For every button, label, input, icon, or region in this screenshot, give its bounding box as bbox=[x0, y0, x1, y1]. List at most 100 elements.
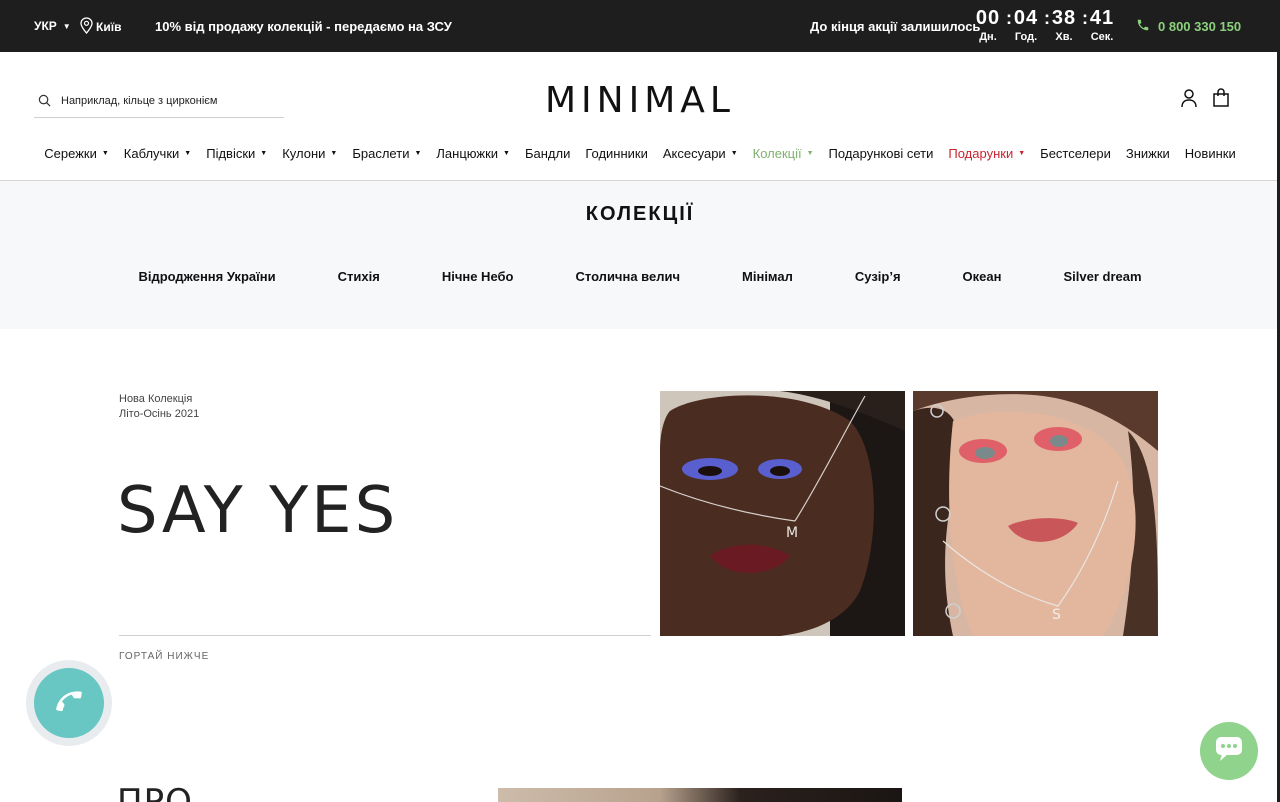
chevron-down-icon: ▼ bbox=[62, 21, 71, 31]
chevron-down-icon: ▼ bbox=[184, 150, 192, 157]
timer-seconds-value: 41 bbox=[1089, 7, 1115, 29]
hero-photo-2: S bbox=[913, 391, 1158, 636]
collection-link[interactable]: Столична велич bbox=[575, 269, 680, 284]
collection-link[interactable]: Відродження України bbox=[138, 269, 275, 284]
nav-item[interactable]: Браслети ▼ bbox=[352, 146, 421, 161]
chat-button[interactable] bbox=[1200, 722, 1258, 780]
phone-number: 0 800 330 150 bbox=[1158, 19, 1242, 34]
phone-icon bbox=[1136, 18, 1150, 35]
collection-link[interactable]: Silver dream bbox=[1063, 269, 1141, 284]
chevron-down-icon: ▼ bbox=[330, 150, 338, 157]
nav-item-label: Ланцюжки bbox=[436, 146, 499, 161]
collection-link[interactable]: Мінімал bbox=[742, 269, 793, 284]
chevron-down-icon: ▼ bbox=[730, 150, 738, 157]
promo-top-bar: УКР ▼ Київ 10% від продажу колекцій - пе… bbox=[0, 0, 1280, 52]
nav-item-label: Сережки bbox=[44, 146, 97, 161]
city-selector[interactable]: Київ bbox=[80, 17, 121, 37]
nav-item[interactable]: Знижки bbox=[1126, 146, 1170, 161]
chevron-down-icon: ▼ bbox=[414, 150, 422, 157]
chevron-down-icon: ▼ bbox=[503, 150, 510, 157]
hero-eyebrow-line2: Літо-Осінь 2021 bbox=[119, 408, 200, 420]
hero-title: SAY YES bbox=[117, 474, 399, 548]
nav-item-label: Бестселери bbox=[1040, 146, 1111, 161]
nav-item[interactable]: Кулони ▼ bbox=[282, 146, 337, 161]
scroll-hint[interactable]: ГОРТАЙ НИЖЧЕ bbox=[119, 651, 209, 662]
callback-button[interactable] bbox=[26, 660, 112, 746]
hero-eyebrow: Нова Колекція Літо-Осінь 2021 bbox=[119, 392, 199, 422]
timer-seconds: 41 Сек. bbox=[1084, 7, 1120, 43]
countdown-timer: 00 Дн. : 04 Год. : 38 Хв. : 41 Сек. bbox=[970, 7, 1120, 43]
nav-item[interactable]: Бестселери bbox=[1040, 146, 1111, 161]
nav-item[interactable]: Колекції ▼ bbox=[753, 146, 814, 161]
nav-item-label: Колекції bbox=[752, 146, 802, 161]
callback-button-inner bbox=[34, 668, 104, 738]
nav-item-label: Аксесуари bbox=[662, 146, 726, 161]
main-navigation: Сережки ▼ Каблучки ▼ Підвіски ▼ Кулони ▼ Браслет… bbox=[0, 146, 1280, 161]
timer-days: 00 Дн. bbox=[970, 7, 1006, 43]
svg-text:M: M bbox=[786, 525, 798, 541]
nav-item-label: Подарункові сети bbox=[828, 146, 934, 161]
collection-link[interactable]: Океан bbox=[963, 269, 1002, 284]
collections-list: Відродження України Стихія Нічне Небо Столи… bbox=[0, 269, 1280, 284]
nav-item-label: Кулони bbox=[282, 146, 326, 161]
language-selector[interactable]: УКР ▼ bbox=[34, 19, 71, 33]
collection-link[interactable]: Стихія bbox=[338, 269, 380, 284]
language-label: УКР bbox=[34, 19, 57, 33]
chevron-down-icon: ▼ bbox=[1018, 150, 1026, 157]
timer-days-label: Дн. bbox=[979, 31, 997, 43]
city-label: Київ bbox=[96, 20, 122, 34]
nav-item[interactable]: Аксесуари ▼ bbox=[663, 146, 738, 161]
timer-hours: 04 Год. bbox=[1008, 7, 1044, 43]
timer-days-value: 00 bbox=[975, 7, 1001, 29]
phone-icon bbox=[54, 686, 84, 721]
site-logo[interactable]: MINIMAL bbox=[545, 80, 735, 121]
nav-item-label: Годинники bbox=[585, 146, 648, 161]
nav-item-label: Бандли bbox=[524, 146, 571, 161]
nav-item[interactable]: Подарунки ▼ bbox=[948, 146, 1025, 161]
nav-item[interactable]: Каблучки ▼ bbox=[124, 146, 191, 161]
hero-photo-1: M bbox=[660, 391, 905, 636]
timer-seconds-label: Сек. bbox=[1090, 31, 1114, 43]
nav-item[interactable]: Сережки ▼ bbox=[44, 146, 109, 161]
search-icon[interactable] bbox=[38, 94, 58, 107]
countdown-label: До кінця акції залишилось bbox=[810, 19, 981, 34]
chevron-down-icon: ▼ bbox=[806, 150, 814, 157]
nav-item[interactable]: Ланцюжки ▼ bbox=[436, 146, 510, 161]
location-pin-icon bbox=[80, 17, 93, 37]
collection-link[interactable]: Сузір’я bbox=[855, 269, 901, 284]
timer-hours-label: Год. bbox=[1014, 31, 1038, 43]
collections-title: КОЛЕКЦІЇ bbox=[585, 203, 695, 225]
collection-link[interactable]: Нічне Небо bbox=[442, 269, 514, 284]
promo-text: 10% від продажу колекцій - передаємо на … bbox=[155, 19, 452, 34]
phone-link[interactable]: 0 800 330 150 bbox=[1136, 18, 1241, 35]
about-photo bbox=[498, 788, 902, 802]
hero-divider bbox=[119, 635, 651, 636]
search-input[interactable] bbox=[61, 94, 271, 107]
nav-item[interactable]: Підвіски ▼ bbox=[206, 146, 267, 161]
timer-minutes-value: 38 bbox=[1051, 7, 1077, 29]
nav-item-label: Подарунки bbox=[948, 146, 1014, 161]
nav-item[interactable]: Новинки bbox=[1185, 146, 1236, 161]
timer-minutes-label: Хв. bbox=[1055, 31, 1073, 43]
chevron-down-icon: ▼ bbox=[260, 150, 268, 157]
nav-item-label: Підвіски bbox=[206, 146, 256, 161]
timer-minutes: 38 Хв. bbox=[1046, 7, 1082, 43]
header-actions bbox=[1180, 88, 1230, 108]
nav-item-label: Браслети bbox=[352, 146, 410, 161]
chevron-down-icon: ▼ bbox=[101, 150, 109, 157]
user-icon[interactable] bbox=[1180, 88, 1198, 108]
hero-eyebrow-line1: Нова Колекція bbox=[119, 393, 193, 405]
nav-item[interactable]: Бандли bbox=[525, 146, 570, 161]
svg-text:S: S bbox=[1052, 607, 1061, 623]
chat-bubble-icon bbox=[1214, 735, 1244, 768]
nav-item[interactable]: Годинники bbox=[585, 146, 648, 161]
nav-item-label: Знижки bbox=[1125, 146, 1170, 161]
nav-item-label: Новинки bbox=[1184, 146, 1236, 161]
search-bar bbox=[34, 84, 284, 118]
timer-hours-value: 04 bbox=[1013, 7, 1039, 29]
nav-item[interactable]: Подарункові сети bbox=[829, 146, 934, 161]
nav-item-label: Каблучки bbox=[123, 146, 180, 161]
shopping-bag-icon[interactable] bbox=[1212, 88, 1230, 108]
about-title: ПРО bbox=[117, 782, 193, 802]
collections-band: КОЛЕКЦІЇ Відродження України Стихія Нічне … bbox=[0, 181, 1280, 329]
